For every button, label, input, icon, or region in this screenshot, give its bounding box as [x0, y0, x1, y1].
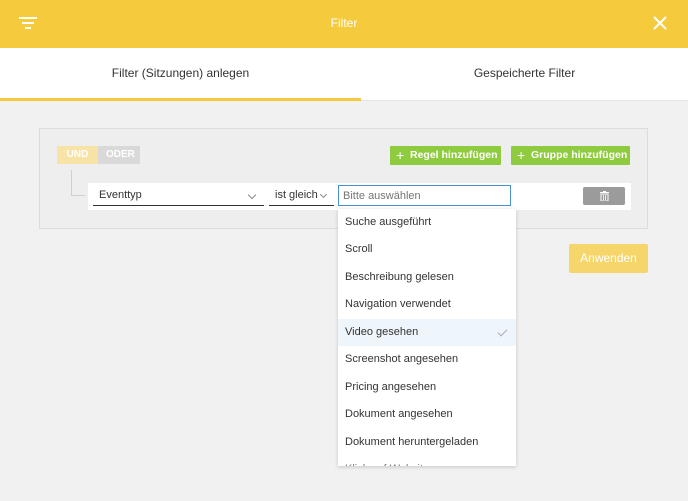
toggle-or[interactable]: ODER: [98, 146, 140, 164]
add-rule-label: Regel hinzufügen: [410, 149, 498, 161]
and-or-toggle: UND ODER: [57, 146, 140, 164]
tab-bar: Filter (Sitzungen) anlegen Gespeicherte …: [0, 48, 688, 101]
plus-icon: +: [517, 147, 526, 163]
dropdown-option[interactable]: Klick auf Website: [338, 456, 516, 466]
apply-button[interactable]: Anwenden: [569, 244, 648, 273]
dialog-title: Filter: [330, 16, 358, 30]
dropdown-option[interactable]: Dokument angesehen: [338, 401, 516, 428]
dropdown-option[interactable]: Screenshot angesehen: [338, 346, 516, 373]
delete-rule-button[interactable]: [583, 187, 625, 205]
dropdown-option-label: Video gesehen: [345, 326, 419, 338]
chevron-down-icon: [247, 190, 257, 200]
plus-icon: +: [396, 147, 405, 163]
field-select-value: Eventtyp: [99, 189, 142, 201]
dropdown-option[interactable]: Suche ausgeführt: [338, 209, 516, 236]
tab-saved-filters[interactable]: Gespeicherte Filter: [361, 48, 688, 101]
value-dropdown: Suche ausgeführt Scroll Beschreibung gel…: [338, 209, 516, 466]
dropdown-option[interactable]: Pricing angesehen: [338, 374, 516, 401]
dropdown-option-selected[interactable]: Video gesehen: [338, 319, 516, 346]
close-icon[interactable]: [651, 14, 669, 32]
operator-select[interactable]: ist gleich: [269, 185, 334, 206]
dropdown-option[interactable]: Beschreibung gelesen: [338, 264, 516, 291]
dropdown-option[interactable]: Navigation verwendet: [338, 291, 516, 318]
tab-create-filter[interactable]: Filter (Sitzungen) anlegen: [0, 48, 361, 101]
add-group-button[interactable]: + Gruppe hinzufügen: [511, 146, 630, 165]
checkmark-icon: [497, 326, 508, 337]
active-tab-indicator: [0, 98, 361, 101]
add-group-label: Gruppe hinzufügen: [531, 149, 628, 161]
field-select[interactable]: Eventtyp: [93, 185, 264, 206]
value-input[interactable]: [338, 185, 511, 206]
chevron-down-icon: [319, 190, 328, 199]
trash-icon: [600, 191, 609, 201]
dropdown-option[interactable]: Dokument heruntergeladen: [338, 429, 516, 456]
tree-connector: [71, 170, 85, 196]
dropdown-option[interactable]: Scroll: [338, 236, 516, 263]
toggle-and[interactable]: UND: [57, 146, 98, 164]
top-bar: Filter: [0, 0, 688, 48]
add-rule-button[interactable]: + Regel hinzufügen: [390, 146, 501, 165]
operator-select-value: ist gleich: [275, 189, 318, 201]
